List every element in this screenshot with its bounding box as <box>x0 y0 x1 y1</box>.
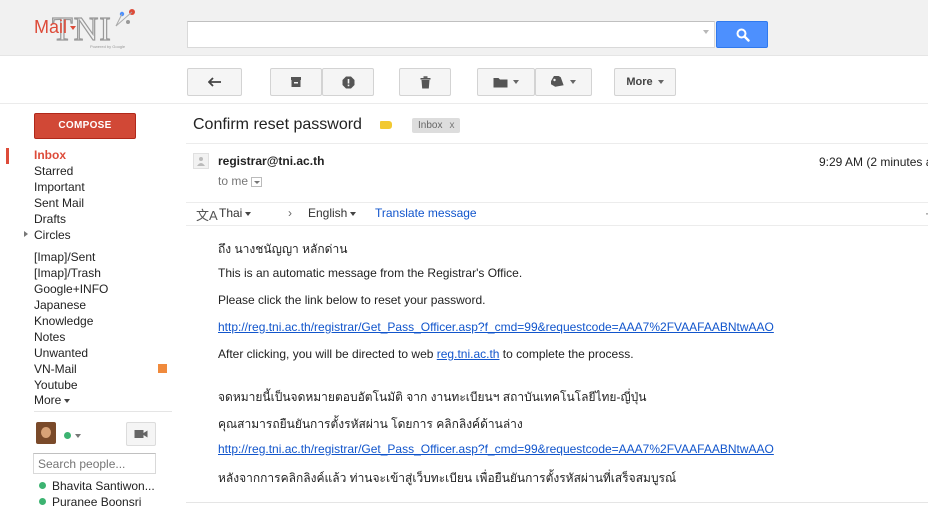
nav-item-important[interactable]: Important <box>34 179 85 195</box>
thai-body-text: คุณสามารถยืนยันการตั้งรหัสผ่าน โดยการ คล… <box>218 417 523 431</box>
folder-icon <box>493 77 508 87</box>
contact-name: Bhavita Santiwon... <box>52 479 155 493</box>
contact-name: Puranee Boonsri <box>52 495 142 508</box>
archive-button[interactable] <box>270 68 322 96</box>
inbox-chip-label: Inbox <box>418 120 443 131</box>
after-text-pre: After clicking, you will be directed to … <box>218 347 437 361</box>
label-tag-icon[interactable] <box>380 121 392 129</box>
target-language-label: English <box>308 206 348 220</box>
language-arrow: › <box>288 206 292 220</box>
chevron-down-icon[interactable] <box>75 434 81 438</box>
translate-icon: 文A <box>196 208 218 223</box>
label-color-swatch[interactable] <box>158 364 167 373</box>
recipient-line: to me <box>218 174 263 188</box>
nav-item-notes[interactable]: Notes <box>34 329 65 345</box>
sender-avatar[interactable] <box>193 153 209 169</box>
nav-item-vn-mail[interactable]: VN-Mail <box>34 361 77 377</box>
after-text-post: to complete the process. <box>499 347 634 361</box>
reset-link-anchor[interactable]: http://reg.tni.ac.th/registrar/Get_Pass_… <box>218 320 774 334</box>
greeting-text: ถึง นางชนัญญา หลักด่าน <box>218 242 348 256</box>
registrar-site-link[interactable]: reg.tni.ac.th <box>437 347 500 361</box>
divider <box>186 502 928 503</box>
nav-item-sent-mail[interactable]: Sent Mail <box>34 195 84 211</box>
chevron-down-icon <box>245 211 252 216</box>
label-tag-icon <box>551 76 564 87</box>
active-folder-marker <box>6 148 9 164</box>
person-icon <box>197 157 205 166</box>
inbox-label-chip[interactable]: Inbox x <box>412 118 461 133</box>
source-language-select[interactable]: Thai <box>219 206 252 220</box>
nav-item-circles[interactable]: Circles <box>34 227 71 243</box>
spam-icon <box>342 76 354 88</box>
back-button[interactable] <box>187 68 242 96</box>
body-text: After clicking, you will be directed to … <box>218 347 634 361</box>
source-language-label: Thai <box>219 206 243 220</box>
show-details-button[interactable] <box>251 176 263 187</box>
nav-item-imap-sent[interactable]: [Imap]/Sent <box>34 249 95 265</box>
message-time: 9:29 AM (2 minutes a <box>819 155 928 169</box>
contact-item[interactable]: Puranee Boonsri <box>39 495 141 508</box>
body-text: Please click the link below to reset you… <box>218 293 486 307</box>
mail-menu[interactable]: Mail <box>34 17 77 38</box>
search-people-input[interactable] <box>33 453 156 474</box>
more-actions-label: More <box>626 76 653 88</box>
labels-button[interactable] <box>535 68 592 96</box>
divider <box>186 143 928 144</box>
nav-item-knowledge[interactable]: Knowledge <box>34 313 93 329</box>
video-call-button[interactable] <box>126 422 156 446</box>
compose-button[interactable]: COMPOSE <box>34 113 136 139</box>
translate-bar <box>186 202 928 226</box>
delete-button[interactable] <box>399 68 451 96</box>
online-status-icon <box>39 482 46 489</box>
back-arrow-icon <box>207 77 221 87</box>
online-status-icon <box>39 498 46 505</box>
move-to-button[interactable] <box>477 68 535 96</box>
chevron-down-icon <box>64 398 71 403</box>
nav-item-unwanted[interactable]: Unwanted <box>34 345 88 361</box>
divider <box>34 411 172 412</box>
chevron-down-icon <box>657 80 664 84</box>
nav-item-youtube[interactable]: Youtube <box>34 377 78 393</box>
reset-link[interactable]: http://reg.tni.ac.th/registrar/Get_Pass_… <box>218 442 774 456</box>
translate-message-link[interactable]: Translate message <box>375 206 477 220</box>
nav-more-label: More <box>34 393 62 407</box>
reset-link-anchor[interactable]: http://reg.tni.ac.th/registrar/Get_Pass_… <box>218 442 774 456</box>
body-text: This is an automatic message from the Re… <box>218 266 523 280</box>
expand-arrow-icon[interactable] <box>24 231 28 237</box>
search-button[interactable] <box>716 21 768 48</box>
target-language-select[interactable]: English <box>308 206 357 220</box>
avatar[interactable] <box>36 422 56 444</box>
thai-body-text: หลังจากการคลิกลิงค์แล้ว ท่านจะเข้าสู่เว็… <box>218 471 677 485</box>
online-status-icon[interactable] <box>64 432 71 439</box>
chevron-down-icon <box>350 211 357 216</box>
nav-item-more[interactable]: More <box>34 392 71 408</box>
thai-body-text: จดหมายนี้เป็นจดหมายตอบอัตโนมัติ จาก งานท… <box>218 390 647 404</box>
trash-icon <box>420 75 430 88</box>
contact-item[interactable]: Bhavita Santiwon... <box>39 479 155 493</box>
chevron-down-icon <box>570 80 576 84</box>
nav-item-drafts[interactable]: Drafts <box>34 211 66 227</box>
more-actions-button[interactable]: More <box>614 68 676 96</box>
archive-icon <box>291 77 301 87</box>
mail-menu-label: Mail <box>34 17 68 37</box>
nav-item-inbox[interactable]: Inbox <box>34 147 66 163</box>
reset-link[interactable]: http://reg.tni.ac.th/registrar/Get_Pass_… <box>218 320 774 334</box>
remove-label-icon[interactable]: x <box>449 120 454 131</box>
search-icon <box>736 28 750 42</box>
recipient-label: to me <box>218 174 249 188</box>
toolbar-row <box>0 56 928 104</box>
search-input[interactable] <box>187 21 715 48</box>
nav-item-google-info[interactable]: Google+INFO <box>34 281 108 297</box>
nav-item-japanese[interactable]: Japanese <box>34 297 86 313</box>
video-camera-icon <box>134 430 148 438</box>
report-spam-button[interactable] <box>322 68 374 96</box>
message-subject: Confirm reset password <box>193 116 362 133</box>
sender-address[interactable]: registrar@tni.ac.th <box>218 154 324 168</box>
chevron-down-icon <box>70 26 77 31</box>
nav-item-imap-trash[interactable]: [Imap]/Trash <box>34 265 101 281</box>
nav-item-starred[interactable]: Starred <box>34 163 73 179</box>
chevron-down-icon <box>513 80 519 84</box>
svg-text:Powered by Google: Powered by Google <box>90 44 126 49</box>
